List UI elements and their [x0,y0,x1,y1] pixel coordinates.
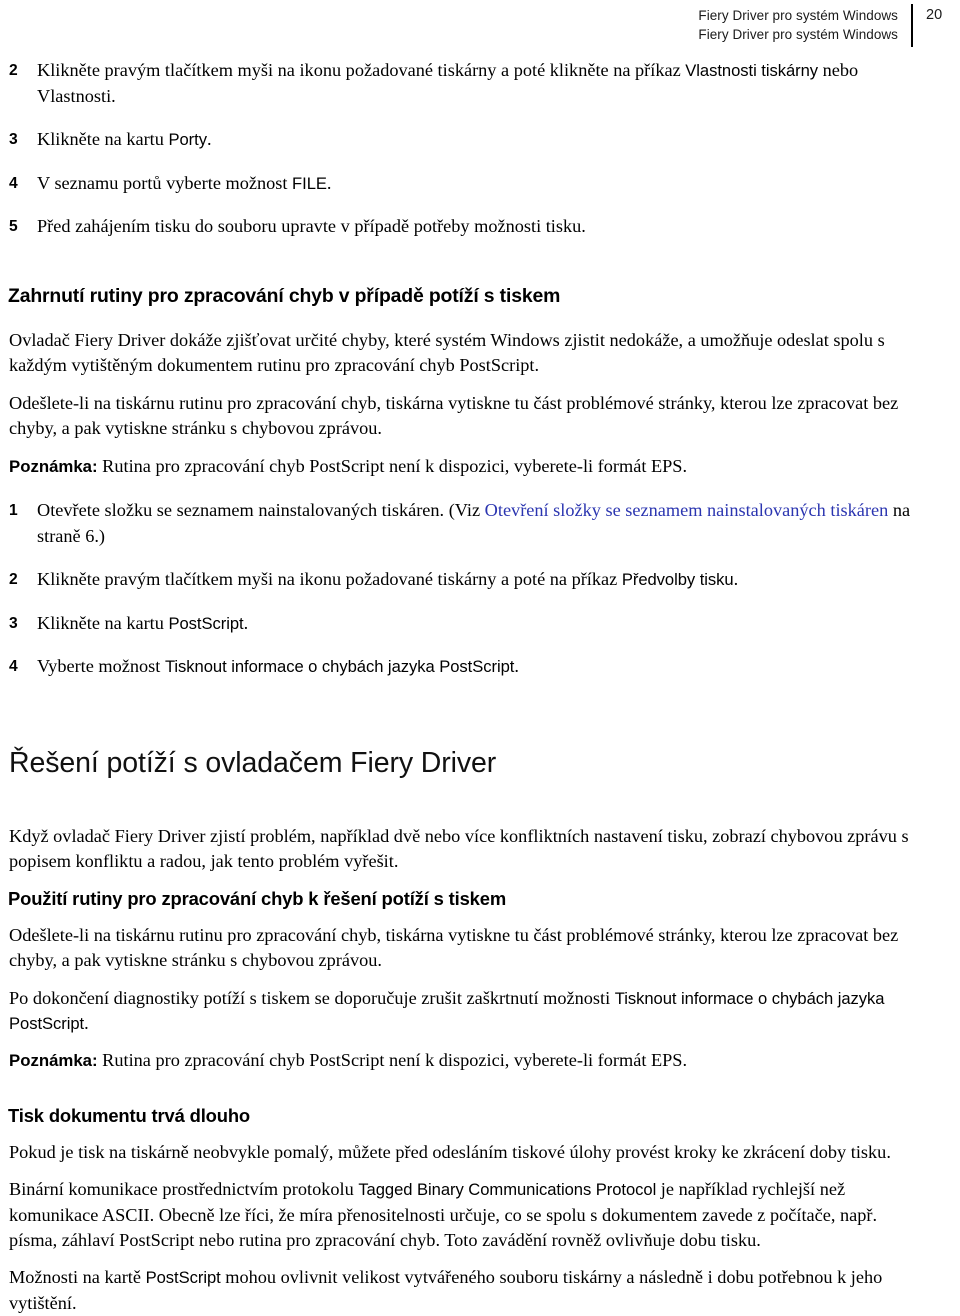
step-text-tail: . [243,612,249,633]
list-item: 5 Před zahájením tisku do souboru upravte… [0,214,960,240]
paragraph-text-head: Po dokončení diagnostiky potíží s tiskem… [9,987,615,1008]
step-number: 4 [9,658,18,676]
ui-term: PostScript [145,1268,221,1288]
ui-term: Předvolby tisku [621,570,734,590]
header-title-line-2: Fiery Driver pro systém Windows [698,27,898,42]
step-text: Vyberte možnost [37,656,165,677]
paragraph-troubleshooting-intro: Když ovladač Fiery Driver zjistí problém… [9,825,909,872]
step-text: Klikněte pravým tlačítkem myši na ikonu … [37,60,686,80]
ui-term: Porty [168,130,207,150]
document-page: Fiery Driver pro systém Windows Fiery Dr… [0,0,960,1314]
paragraph-slow-print-1: Pokud je tisk na tiskárně neobvykle poma… [9,1141,891,1162]
note-troubleshooting: Poznámka: Rutina pro zpracování chyb Pos… [0,1048,960,1073]
step-number: 1 [9,502,18,519]
page-running-header: Fiery Driver pro systém Windows Fiery Dr… [0,0,960,52]
ui-term: Tisknout informace o chybách jazyka Post… [164,657,515,677]
note-text: Rutina pro zpracování chyb PostScript ne… [97,455,688,476]
step-number: 2 [9,571,18,589]
paragraph-troubleshooting-2: Po dokončení diagnostiky potíží s tiskem… [0,986,960,1037]
list-item: 1 Otevřete složku se seznamem nainstalova… [0,498,960,549]
ui-term: PostScript [168,613,244,633]
step-text: Klikněte na kartu [37,129,169,150]
step-text-tail: . [206,129,212,150]
heading-slow-print: Tisk dokumentu trvá dlouho [8,1104,251,1126]
note-label: Poznámka: [9,1051,98,1071]
step-text-tail: . [733,569,739,590]
step-text: Klikněte na kartu [37,612,169,633]
ui-term: Tagged Binary Communications Protocol [358,1180,657,1200]
step-number: 4 [9,174,18,192]
steps-list-error-handler: 1 Otevřete složku se seznamem nainstalova… [0,498,960,680]
cross-reference-link[interactable]: Otevření složky se seznamem nainstalovan… [485,500,889,520]
page-number: 20 [926,7,943,23]
note-label: Poznámka: [9,456,98,476]
step-number: 5 [9,218,18,236]
paragraph-slow-print-3: Možnosti na kartě PostScript mohou ovliv… [0,1265,960,1316]
list-item: 3 Klikněte na kartu Porty. [0,127,960,153]
step-text: Klikněte pravým tlačítkem myši na ikonu … [37,569,622,590]
heading-troubleshooting: Řešení potíží s ovladačem Fiery Driver [9,746,497,779]
step-text: Před zahájením tisku do souboru upravte … [37,216,586,237]
document-body: 2 Klikněte pravým tlačítkem myši na ikonu… [0,58,960,1316]
paragraph-text-head: Binární komunikace prostřednictvím proto… [9,1179,359,1200]
paragraph-slow-print-2: Binární komunikace prostřednictvím proto… [0,1177,960,1253]
note-text: Rutina pro zpracování chyb PostScript ne… [97,1050,688,1071]
list-item: 3 Klikněte na kartu PostScript. [0,611,960,637]
steps-list-file-port: 2 Klikněte pravým tlačítkem myši na ikonu… [0,58,960,240]
heading-error-handler: Zahrnutí rutiny pro zpracování chyb v př… [8,284,561,307]
list-item: 4 V seznamu portů vyberte možnost FILE. [0,171,960,197]
step-text-tail: . [326,172,332,193]
note-error-handler: Poznámka: Rutina pro zpracování chyb Pos… [0,454,960,479]
paragraph-error-handler-2: Odešlete-li na tiskárnu rutinu pro zprac… [9,392,899,439]
paragraph-troubleshooting-1: Odešlete-li na tiskárnu rutinu pro zprac… [9,924,899,971]
header-title-line-1: Fiery Driver pro systém Windows [698,8,898,23]
header-title-block: Fiery Driver pro systém Windows Fiery Dr… [698,0,898,44]
step-number: 3 [9,131,18,149]
list-item: 4 Vyberte možnost Tisknout informace o ch… [0,654,960,680]
heading-use-error-handler: Použití rutiny pro zpracování chyb k řeš… [8,887,507,909]
ui-term: FILE [292,173,327,193]
paragraph-text-tail: . [84,1013,89,1033]
paragraph-text-head: Možnosti na kartě [9,1267,146,1288]
step-text: V seznamu portů vyberte možnost [37,172,293,193]
paragraph-error-handler-1: Ovladač Fiery Driver dokáže zjišťovat ur… [9,329,885,376]
list-item: 2 Klikněte pravým tlačítkem myši na ikonu… [0,567,960,593]
step-text-tail: . [514,656,519,677]
ui-term: Vlastnosti tiskárny [685,61,819,80]
step-number: 3 [9,614,18,632]
step-number: 2 [9,62,18,79]
step-text: Otevřete složku se seznamem nainstalovan… [37,500,485,520]
list-item: 2 Klikněte pravým tlačítkem myši na ikonu… [0,58,960,109]
